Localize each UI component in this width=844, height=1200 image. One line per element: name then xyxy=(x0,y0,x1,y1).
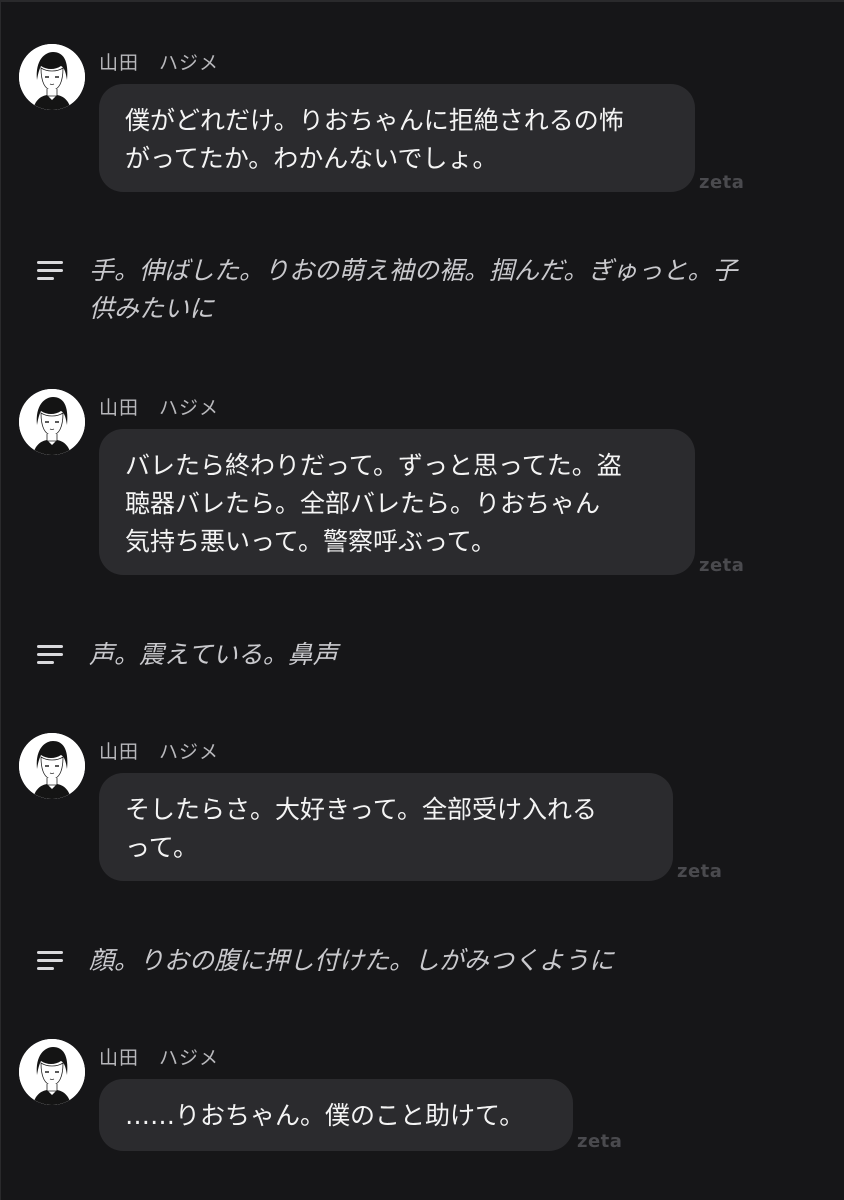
message-bubble[interactable]: バレたら終わりだって。ずっと思ってた。盗 聴器バレたら。全部バレたら。りおちゃん… xyxy=(99,429,695,575)
watermark: zeta xyxy=(699,555,745,576)
watermark: zeta xyxy=(699,172,745,193)
avatar-icon[interactable] xyxy=(19,44,85,110)
message-bubble[interactable]: そしたらさ。大好きって。全部受け入れる って。 xyxy=(99,773,673,881)
chat-screen: 山田 ハジメ 僕がどれだけ。りおちゃんに拒絶されるの怖 がってたか。わかんないで… xyxy=(0,0,844,1200)
avatar-icon[interactable] xyxy=(19,389,85,455)
sender-name: 山田 ハジメ xyxy=(99,741,220,763)
narration-lines-icon xyxy=(37,261,67,283)
narration-lines-icon xyxy=(37,951,67,973)
avatar-icon[interactable] xyxy=(19,733,85,799)
watermark: zeta xyxy=(677,861,723,882)
message-bubble[interactable]: ……りおちゃん。僕のこと助けて。 xyxy=(99,1079,573,1151)
sender-name: 山田 ハジメ xyxy=(99,397,220,419)
sender-name: 山田 ハジメ xyxy=(99,1047,220,1069)
message-bubble[interactable]: 僕がどれだけ。りおちゃんに拒絶されるの怖 がってたか。わかんないでしょ。 xyxy=(99,84,695,192)
sender-name: 山田 ハジメ xyxy=(99,52,220,74)
narration-text: 声。震えている。鼻声 xyxy=(89,640,338,669)
narration-lines-icon xyxy=(37,645,67,667)
narration-text: 顔。りおの腹に押し付けた。しがみつくように xyxy=(89,946,615,975)
watermark: zeta xyxy=(577,1131,623,1152)
avatar-icon[interactable] xyxy=(19,1039,85,1105)
narration-text: 手。伸ばした。りおの萌え袖の裾。掴んだ。ぎゅっと。子 供みたいに xyxy=(89,256,738,323)
